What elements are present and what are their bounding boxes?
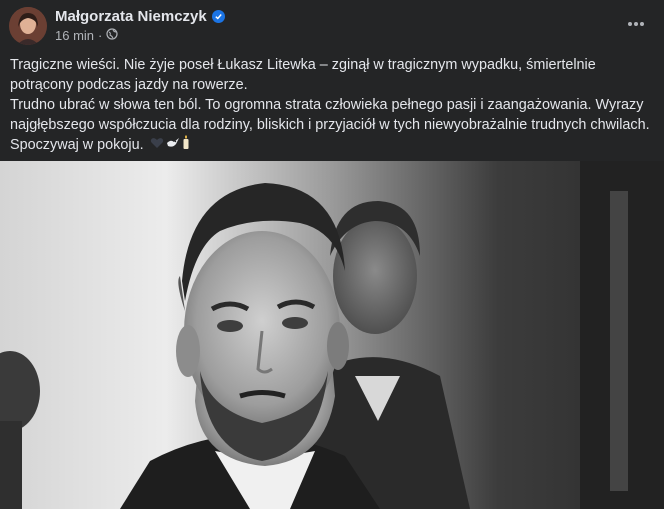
candle-icon bbox=[182, 135, 190, 155]
post-header: Małgorzata Niemczyk 16 min · bbox=[0, 0, 664, 52]
post-photo[interactable] bbox=[0, 161, 664, 509]
post-text: Tragiczne wieści. Nie żyje poseł Łukasz … bbox=[10, 55, 655, 155]
verified-badge-icon bbox=[211, 10, 225, 23]
meta-separator: · bbox=[98, 28, 103, 43]
post-text-rip: Spoczywaj w pokoju. bbox=[10, 137, 144, 153]
post-text-line1: Tragiczne wieści. Nie żyje poseł Łukasz … bbox=[10, 57, 596, 93]
dove-icon bbox=[166, 135, 180, 155]
post-meta: 16 min · bbox=[55, 28, 118, 43]
globe-icon[interactable] bbox=[106, 28, 118, 43]
post-text-line3: Spoczywaj w pokoju. bbox=[10, 135, 655, 155]
post-text-line2: Trudno ubrać w słowa ten ból. To ogromna… bbox=[10, 97, 650, 133]
author-avatar[interactable] bbox=[9, 7, 47, 45]
author-row: Małgorzata Niemczyk bbox=[55, 8, 225, 25]
author-name[interactable]: Małgorzata Niemczyk bbox=[55, 8, 207, 25]
post-timestamp[interactable]: 16 min bbox=[55, 28, 94, 43]
more-options-icon bbox=[628, 22, 644, 26]
avatar-image bbox=[9, 7, 47, 45]
portrait-image bbox=[0, 161, 664, 509]
black-heart-icon bbox=[150, 135, 164, 155]
more-options-button[interactable] bbox=[622, 12, 650, 36]
